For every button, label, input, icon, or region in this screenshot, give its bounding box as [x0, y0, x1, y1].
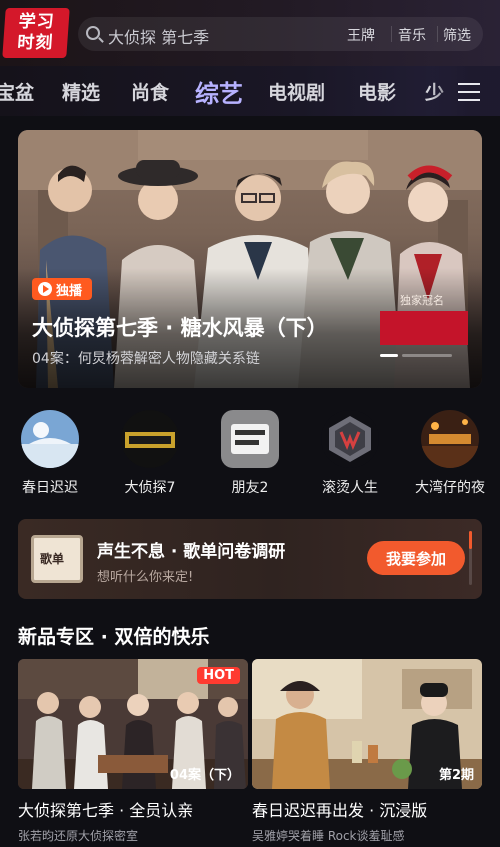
- shortcut-friends[interactable]: 朋友2: [202, 410, 298, 497]
- shortcut-detective[interactable]: 大侦探7: [102, 410, 198, 497]
- video-title: 春日迟迟再出发 · 沉浸版: [252, 801, 428, 820]
- show-shortcuts: 春日迟迟 大侦探7 朋友2 滚烫人生 大湾仔的夜: [0, 410, 500, 500]
- hero-banner[interactable]: 独播 独家冠名 大侦探第七季 · 糖水风暴（下） 04案：何炅杨蓉解密人物隐藏关…: [18, 130, 482, 388]
- shortcut-label: 大侦探7: [124, 480, 176, 496]
- survey-banner[interactable]: 歌单 声生不息 · 歌单问卷调研 想听什么你来定! 我要参加: [18, 519, 482, 599]
- video-subtitle: 吴雅婷哭着睡 Rock谈羞耻感: [252, 829, 405, 843]
- search-placeholder: 大侦探 第七季: [108, 28, 210, 47]
- tab-tv-series[interactable]: 电视剧: [268, 78, 325, 105]
- survey-subtitle: 想听什么你来定!: [97, 570, 194, 585]
- quick-link-music[interactable]: 音乐: [392, 24, 432, 46]
- tab-featured[interactable]: 精选: [62, 78, 100, 105]
- quick-link-filter[interactable]: 筛选: [437, 24, 477, 46]
- detective-show-icon: [121, 410, 179, 468]
- carousel-dot-active: [380, 354, 398, 357]
- tab-treasure[interactable]: 宝盆: [0, 78, 34, 105]
- tab-movies[interactable]: 电影: [358, 78, 396, 105]
- shortcut-label: 滚烫人生: [322, 480, 378, 496]
- section-title: 新品专区 · 双倍的快乐: [18, 626, 210, 648]
- top-bar: 学习 时刻 大侦探 第七季 王牌 音乐 筛选: [0, 0, 500, 66]
- video-thumbnail: HOT 04案（下）: [18, 659, 248, 789]
- video-subtitle: 张若昀还原大侦探密室: [18, 829, 139, 843]
- channel-tabs: 宝盆 精选 尚食 综艺 电视剧 电影 少: [0, 66, 500, 116]
- hot-badge: HOT: [197, 667, 240, 684]
- menu-icon[interactable]: [458, 83, 480, 101]
- sponsor-label: 独家冠名: [400, 294, 444, 307]
- tab-variety[interactable]: 综艺: [195, 74, 243, 109]
- video-thumbnail: 第2期: [252, 659, 482, 789]
- logo-line-1: 学习: [18, 12, 56, 32]
- carousel-dot: [402, 354, 452, 357]
- video-card-spring[interactable]: 第2期 春日迟迟再出发 · 沉浸版 吴雅婷哭着睡 Rock谈羞耻感: [252, 659, 482, 844]
- playlist-icon-text: 歌单: [40, 552, 65, 566]
- play-icon: [38, 282, 52, 296]
- bay-night-show-icon: [421, 410, 479, 468]
- sponsor-logo: [380, 311, 468, 345]
- survey-scroll-indicator: [469, 531, 472, 585]
- episode-label: 04案（下）: [169, 768, 240, 783]
- survey-title: 声生不息 · 歌单问卷调研: [97, 542, 286, 562]
- carousel-indicator: [380, 354, 452, 357]
- shortcut-label: 大湾仔的夜: [415, 480, 485, 496]
- exclusive-badge-label: 独播: [56, 283, 83, 299]
- app-logo[interactable]: 学习 时刻: [2, 8, 70, 58]
- tab-food[interactable]: 尚食: [131, 78, 169, 105]
- spring-show-icon: [21, 410, 79, 468]
- shortcut-hot-life[interactable]: 滚烫人生: [302, 410, 398, 497]
- hero-subtitle: 04案：何炅杨蓉解密人物隐藏关系链: [32, 351, 260, 367]
- playlist-icon: 歌单: [31, 535, 83, 583]
- search-icon: [86, 26, 100, 40]
- quick-link-ace[interactable]: 王牌: [341, 24, 381, 46]
- shortcut-label: 春日迟迟: [22, 480, 78, 496]
- shortcut-label: 朋友2: [231, 480, 269, 496]
- logo-line-2: 时刻: [16, 33, 54, 53]
- episode-label: 第2期: [438, 768, 474, 783]
- friends-show-icon: [221, 410, 279, 468]
- search-bar[interactable]: 大侦探 第七季 王牌 音乐 筛选: [78, 17, 483, 51]
- video-title: 大侦探第七季 · 全员认亲: [18, 801, 194, 820]
- shortcut-spring[interactable]: 春日迟迟: [2, 410, 98, 497]
- shortcut-bay-night[interactable]: 大湾仔的夜: [402, 410, 498, 497]
- video-card-detective[interactable]: HOT 04案（下） 大侦探第七季 · 全员认亲 张若昀还原大侦探密室: [18, 659, 248, 844]
- hot-life-show-icon: [321, 410, 379, 468]
- exclusive-badge: 独播: [32, 278, 93, 300]
- join-button[interactable]: 我要参加: [367, 541, 465, 575]
- hero-title: 大侦探第七季 · 糖水风暴（下）: [32, 316, 328, 340]
